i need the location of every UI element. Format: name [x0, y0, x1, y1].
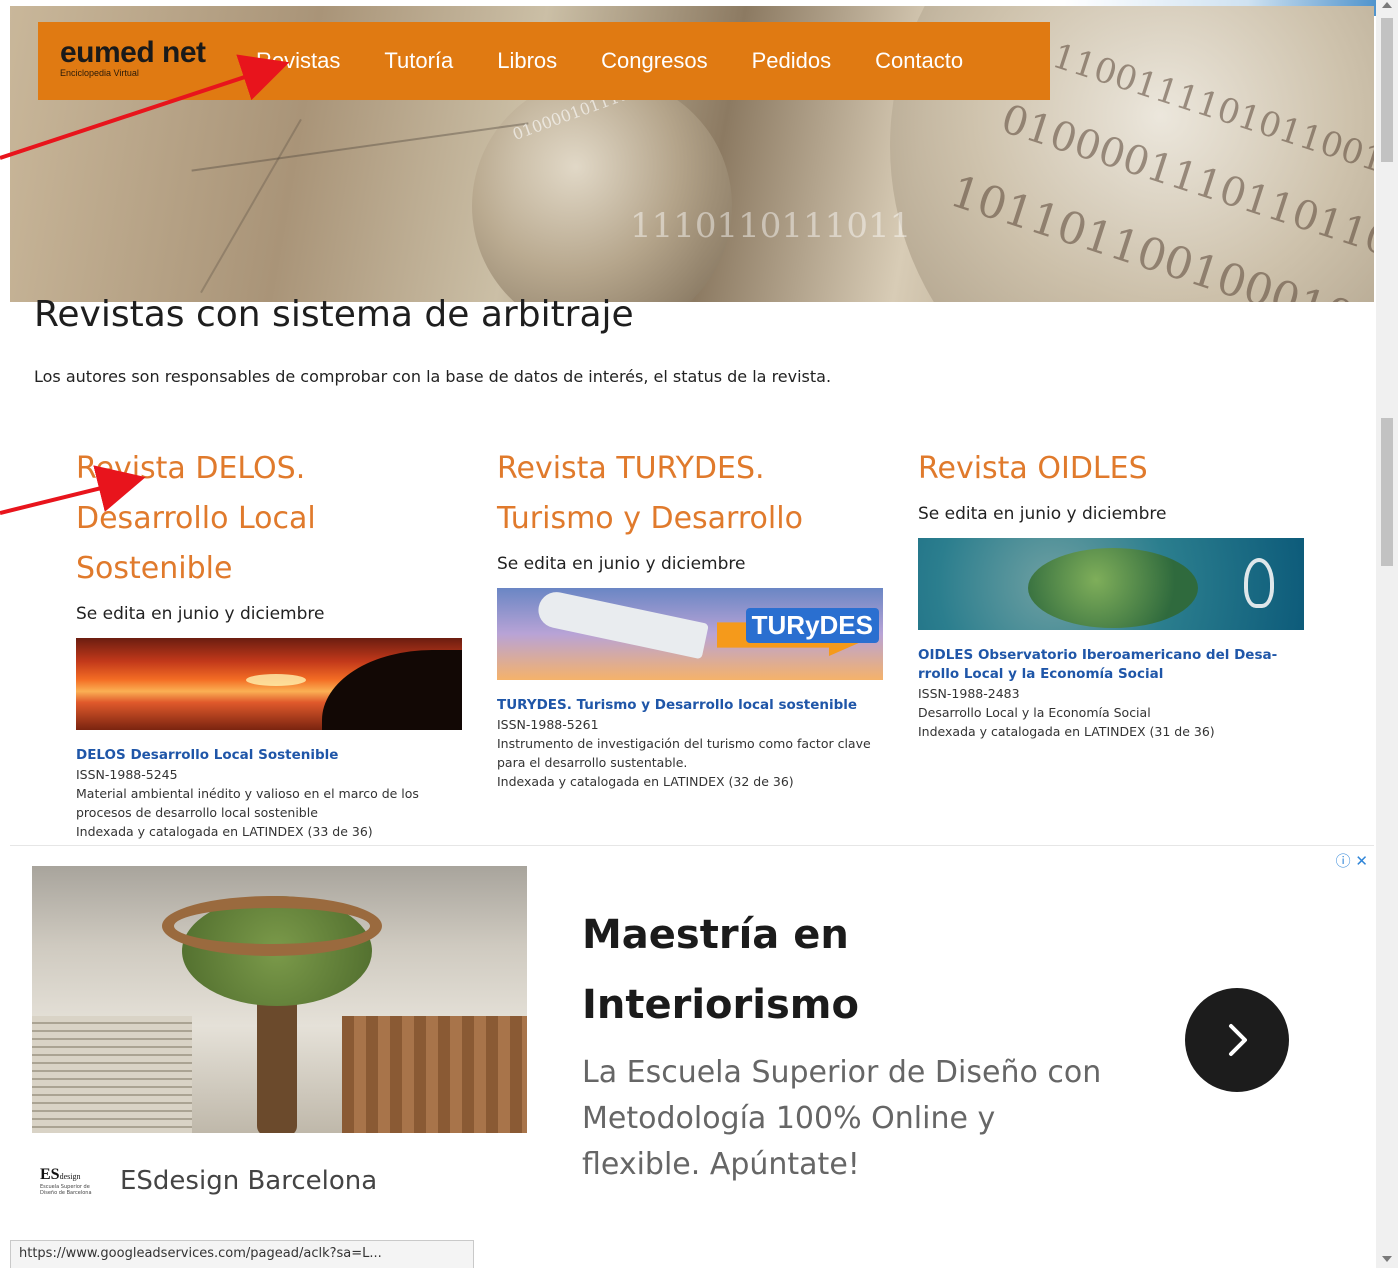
intro-text: Los autores son responsables de comproba…: [34, 367, 832, 386]
journal-edition: Se edita en junio y diciembre: [76, 604, 325, 624]
journal-info-title[interactable]: TURYDES. Turismo y Desarrollo local sost…: [497, 696, 887, 715]
journal-index: Indexada y catalogada en LATINDEX (31 de…: [918, 724, 1215, 739]
site-logo[interactable]: eumed net Enciclopedia Virtual: [38, 22, 238, 100]
cover-globe: [1028, 548, 1198, 628]
journal-issn: ISSN-1988-5261: [497, 717, 599, 732]
logo-design: design: [59, 1172, 81, 1181]
nav-item-revistas[interactable]: Revistas: [256, 48, 340, 74]
ad-image-ceiling: [162, 896, 382, 956]
ad-next-button[interactable]: [1185, 988, 1289, 1092]
nav-item-tutoria[interactable]: Tutoría: [384, 48, 453, 74]
chevron-right-icon: [1229, 1024, 1247, 1056]
cover-ear: [1244, 558, 1274, 608]
journal-cover-image[interactable]: [918, 538, 1304, 630]
banner-binary-art: 1110110111011: [630, 206, 912, 246]
scrollbar-thumb[interactable]: [1381, 418, 1393, 566]
journal-edition: Se edita en junio y diciembre: [497, 554, 746, 574]
advertiser-logo: ESdesign Escuela Superior de Diseño de B…: [40, 1166, 96, 1198]
cover-brand: TURyDES: [745, 608, 879, 643]
journal-title-link[interactable]: Revista OIDLES: [918, 444, 1308, 494]
nav-item-contacto[interactable]: Contacto: [875, 48, 963, 74]
nav-item-congresos[interactable]: Congresos: [601, 48, 707, 74]
ad-advertiser-name[interactable]: ESdesign Barcelona: [120, 1166, 377, 1196]
journal-description: Material ambiental inédito y valioso en …: [76, 786, 419, 820]
ad-image-wood: [342, 1016, 527, 1133]
cover-plane: [535, 588, 709, 660]
journal-edition: Se edita en junio y diciembre: [918, 504, 1167, 524]
vertical-scrollbar[interactable]: [1376, 0, 1398, 1268]
cover-sun: [246, 674, 306, 686]
page-title: Revistas con sistema de arbitraje: [34, 294, 634, 335]
journal-info: DELOS Desarrollo Local Sostenible ISSN-1…: [76, 746, 466, 841]
logo-es: ES: [40, 1166, 60, 1183]
journal-index: Indexada y catalogada en LATINDEX (33 de…: [76, 824, 373, 839]
ad-close-button[interactable]: ⓘ ✕: [1336, 850, 1368, 871]
cover-hill: [322, 650, 462, 730]
banner-line: [200, 118, 302, 294]
logo-tagline: Enciclopedia Virtual: [60, 68, 139, 78]
status-bar-url: https://www.googleadservices.com/pagead/…: [10, 1240, 474, 1268]
journal-info-title[interactable]: DELOS Desarrollo Local Sostenible: [76, 746, 466, 765]
scrollbar-thumb-header[interactable]: [1381, 18, 1393, 162]
scroll-up-arrow-icon[interactable]: [1382, 2, 1392, 8]
ad-image[interactable]: [32, 866, 527, 1133]
ad-banner[interactable]: ⓘ ✕ ESdesign Escuela Superior de Diseño …: [10, 846, 1374, 1238]
logo-brand: eumed net: [60, 36, 206, 69]
journal-description: Instrumento de investigación del turismo…: [497, 736, 871, 770]
ad-headline[interactable]: Maestría en Interiorismo: [582, 900, 1082, 1040]
journal-title-link[interactable]: Revista DELOS. Desarrollo Local Sostenib…: [76, 444, 466, 594]
journal-index: Indexada y catalogada en LATINDEX (32 de…: [497, 774, 794, 789]
journal-cover-image[interactable]: TURyDES: [497, 588, 883, 680]
journal-issn: ISSN-1988-2483: [918, 686, 1020, 701]
journal-card-turydes: Revista TURYDES. Turismo y Desarrollo Se…: [497, 444, 887, 791]
journal-cover-image[interactable]: [76, 638, 462, 730]
ad-image-blinds: [32, 1016, 192, 1133]
journal-card-delos: Revista DELOS. Desarrollo Local Sostenib…: [76, 444, 466, 841]
ad-description: La Escuela Superior de Diseño con Metodo…: [582, 1055, 1102, 1182]
nav-item-pedidos[interactable]: Pedidos: [752, 48, 832, 74]
journal-title-link[interactable]: Revista TURYDES. Turismo y Desarrollo: [497, 444, 887, 544]
nav-item-libros[interactable]: Libros: [497, 48, 557, 74]
scroll-down-arrow-icon[interactable]: [1382, 1256, 1392, 1262]
journal-info: TURYDES. Turismo y Desarrollo local sost…: [497, 696, 887, 791]
journal-info-title[interactable]: OIDLES Observatorio Iberoamericano del D…: [918, 646, 1308, 684]
logo-sub: Escuela Superior de Diseño de Barcelona: [40, 1184, 92, 1196]
journal-issn: ISSN-1988-5245: [76, 767, 178, 782]
main-navigation: eumed net Enciclopedia Virtual Revistas …: [38, 22, 1050, 100]
journal-card-oidles: Revista OIDLES Se edita en junio y dicie…: [918, 444, 1308, 741]
journal-description: Desarrollo Local y la Economía Social: [918, 705, 1151, 720]
journal-info: OIDLES Observatorio Iberoamericano del D…: [918, 646, 1308, 741]
